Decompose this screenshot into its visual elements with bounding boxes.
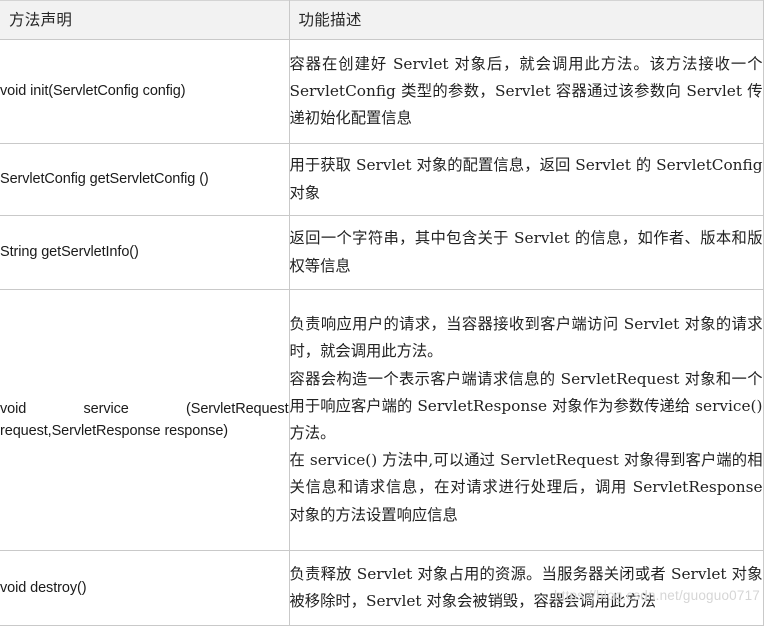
method-signature-text: void init(ServletConfig config) xyxy=(0,83,186,100)
document-root: 方法声明 功能描述 void init(ServletConfig config… xyxy=(0,0,770,626)
method-description-text: 负责响应用户的请求，当容器接收到客户端访问 Servlet 对象的请求时，就会调… xyxy=(290,311,763,529)
method-signature-cell: void service (ServletRequest request,Ser… xyxy=(0,289,290,551)
description-paragraph: 用于获取 Servlet 对象的配置信息，返回 Servlet 的 Servle… xyxy=(289,156,763,202)
method-signature-text: void destroy() xyxy=(0,579,87,596)
method-signature-cell: String getServletInfo() xyxy=(0,215,290,290)
table-row: void init(ServletConfig config) 容器在创建好 S… xyxy=(0,39,763,144)
method-signature-line-1: void service (ServletRequest xyxy=(0,400,289,417)
table-body: void init(ServletConfig config) 容器在创建好 S… xyxy=(0,39,763,626)
method-description-text: 用于获取 Servlet 对象的配置信息，返回 Servlet 的 Servle… xyxy=(290,152,763,206)
column-header-method: 方法声明 xyxy=(0,0,290,40)
method-signature-line-2: request,ServletResponse response) xyxy=(0,423,229,439)
description-paragraph: 负责释放 Servlet 对象占用的资源。当服务器关闭或者 Servlet 对象… xyxy=(289,564,763,610)
description-paragraph: 容器会构造一个表示客户端请求信息的 ServletRequest 对象和一个用于… xyxy=(289,369,763,442)
method-signature-cell: void destroy() xyxy=(0,550,290,626)
method-signature-text: ServletConfig getServletConfig () xyxy=(0,171,209,188)
description-paragraph: 负责响应用户的请求，当容器接收到客户端访问 Servlet 对象的请求时，就会调… xyxy=(289,315,763,361)
column-header-description: 功能描述 xyxy=(289,0,763,40)
method-signature-text: String getServletInfo() xyxy=(0,244,139,261)
table-header-row: 方法声明 功能描述 xyxy=(0,0,763,40)
method-description-text: 返回一个字符串，其中包含关于 Servlet 的信息，如作者、版本和版权等信息 xyxy=(290,225,763,279)
method-description-cell: 用于获取 Servlet 对象的配置信息，返回 Servlet 的 Servle… xyxy=(289,143,763,216)
description-paragraph: 容器在创建好 Servlet 对象后，就会调用此方法。该方法接收一个 Servl… xyxy=(289,54,763,128)
description-paragraph: 返回一个字符串，其中包含关于 Servlet 的信息，如作者、版本和版权等信息 xyxy=(289,229,763,275)
table-row: String getServletInfo() 返回一个字符串，其中包含关于 S… xyxy=(0,215,763,290)
column-header-description-label: 功能描述 xyxy=(298,10,362,29)
method-signature-cell: ServletConfig getServletConfig () xyxy=(0,143,290,216)
table-header: 方法声明 功能描述 xyxy=(0,0,763,40)
method-description-cell: 容器在创建好 Servlet 对象后，就会调用此方法。该方法接收一个 Servl… xyxy=(289,39,763,144)
method-description-cell: 负责释放 Servlet 对象占用的资源。当服务器关闭或者 Servlet 对象… xyxy=(289,550,763,626)
table-row: void destroy() 负责释放 Servlet 对象占用的资源。当服务器… xyxy=(0,550,763,626)
method-description-cell: 负责响应用户的请求，当容器接收到客户端访问 Servlet 对象的请求时，就会调… xyxy=(289,289,763,551)
method-signature-cell: void init(ServletConfig config) xyxy=(0,39,290,144)
description-paragraph: 在 service() 方法中,可以通过 ServletRequest 对象得到… xyxy=(289,451,763,524)
table-row: ServletConfig getServletConfig () 用于获取 S… xyxy=(0,143,763,216)
method-description-cell: 返回一个字符串，其中包含关于 Servlet 的信息，如作者、版本和版权等信息 xyxy=(289,215,763,290)
table-row: void service (ServletRequest request,Ser… xyxy=(0,289,763,551)
servlet-method-table: 方法声明 功能描述 void init(ServletConfig config… xyxy=(0,0,764,626)
column-header-method-label: 方法声明 xyxy=(9,10,73,29)
method-description-text: 容器在创建好 Servlet 对象后，就会调用此方法。该方法接收一个 Servl… xyxy=(290,51,763,133)
method-description-text: 负责释放 Servlet 对象占用的资源。当服务器关闭或者 Servlet 对象… xyxy=(290,561,763,615)
